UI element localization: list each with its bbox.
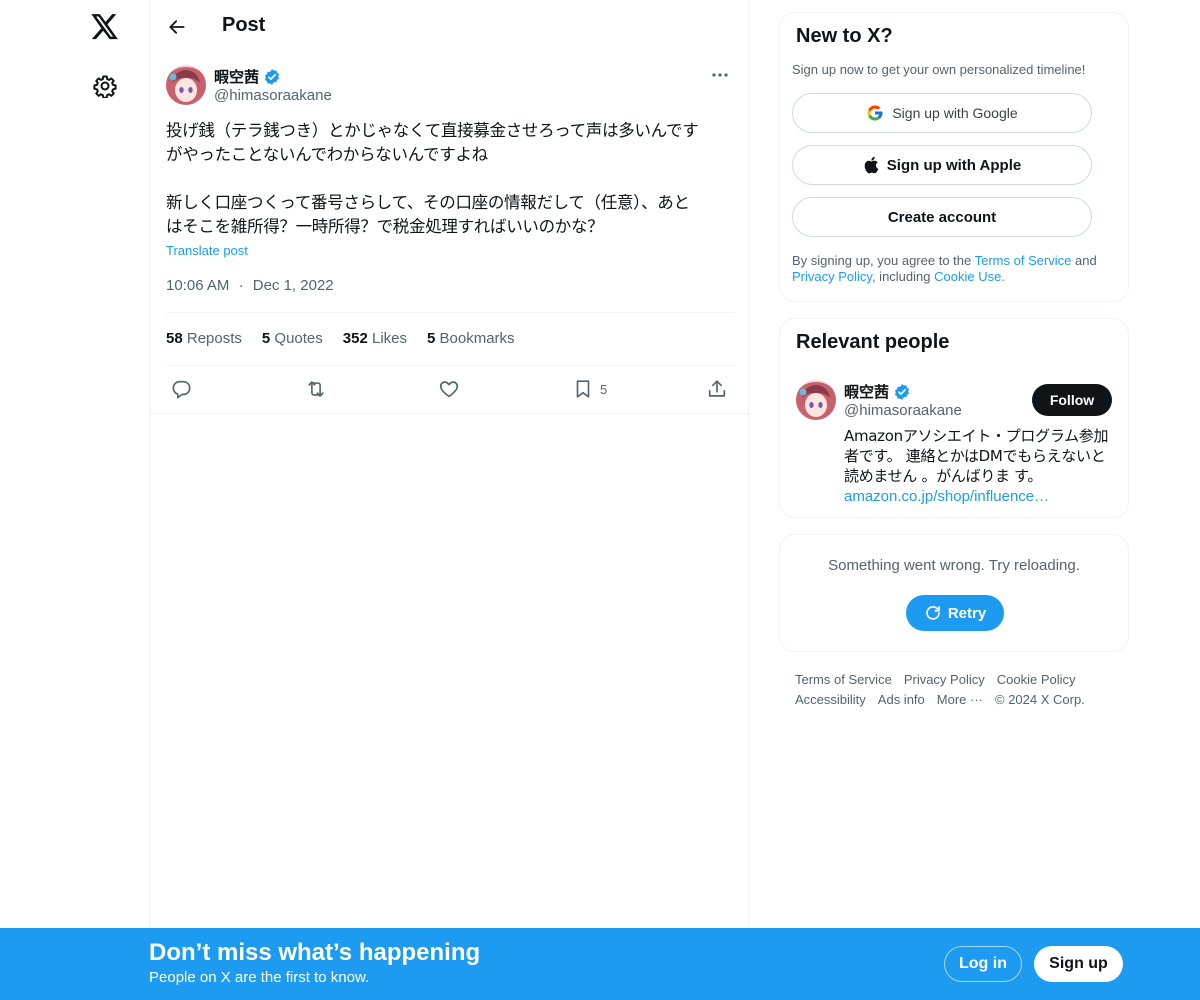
signup-apple-button[interactable]: Sign up with Apple	[792, 145, 1092, 185]
avatar[interactable]	[166, 65, 206, 105]
footer-privacy-link[interactable]: Privacy Policy	[904, 672, 985, 687]
post-text: 投げ銭（テラ銭つき）とかじゃなくて直接募金させろって声は多いんです がやったこと…	[166, 121, 699, 236]
login-button[interactable]: Log in	[944, 946, 1022, 982]
error-card: Something went wrong. Try reloading. Ret…	[779, 534, 1129, 652]
stat-label: Likes	[371, 330, 408, 347]
likes-stat[interactable]: 352 Likes	[343, 330, 407, 347]
heart-icon	[439, 381, 459, 398]
bookmark-icon	[576, 380, 590, 398]
signup-apple-label: Sign up with Apple	[886, 156, 1022, 174]
share-icon	[708, 380, 726, 397]
legal-prefix: By signing up, you agree to the	[792, 253, 975, 268]
gear-icon[interactable]	[89, 70, 121, 102]
person-bio-text: Amazonアソシエイト・プログラム参加者です。 連絡とかはDMでもらえないと読…	[844, 427, 1109, 485]
google-logo-icon	[867, 105, 883, 121]
footer-terms-link[interactable]: Terms of Service	[795, 672, 892, 687]
stat-label: Bookmarks	[439, 330, 515, 347]
x-logo-icon[interactable]	[87, 9, 123, 45]
author-name-text: 暇空茜	[214, 69, 260, 86]
post-time[interactable]: 10:06 AM	[166, 277, 229, 294]
author-handle[interactable]: @himasoraakane	[214, 87, 332, 104]
share-button[interactable]	[706, 376, 728, 402]
person-name-text: 暇空茜	[844, 384, 890, 401]
login-banner: Don’t miss what’s happening People on X …	[0, 928, 1200, 1000]
divider	[166, 312, 734, 313]
banner-title: Don’t miss what’s happening	[149, 939, 481, 966]
cookie-use-link[interactable]: Cookie Use.	[934, 269, 1005, 284]
create-account-label: Create account	[887, 208, 997, 226]
repost-button[interactable]	[304, 376, 328, 402]
verified-badge-icon	[894, 383, 910, 400]
signup-title: New to X?	[796, 25, 893, 47]
verified-badge-icon	[264, 68, 280, 85]
bookmark-count: 5	[600, 381, 608, 397]
signup-google-button[interactable]: Sign up with Google	[792, 93, 1092, 133]
retry-button[interactable]: Retry	[906, 595, 1004, 631]
bookmarks-stat[interactable]: 5 Bookmarks	[427, 330, 515, 347]
legal-and: and	[1071, 253, 1097, 268]
legal-including: , including	[871, 269, 935, 284]
reply-button[interactable]	[170, 376, 192, 402]
stat-value: 5	[427, 330, 436, 347]
stat-value: 58	[166, 330, 183, 347]
repost-icon	[308, 381, 324, 397]
footer-ads-info-link[interactable]: Ads info	[878, 692, 925, 707]
more-options-button[interactable]	[708, 65, 732, 85]
bio-link[interactable]: amazon.co.jp/shop/influence…	[844, 488, 1049, 505]
create-account-button[interactable]: Create account	[792, 197, 1092, 237]
stat-label: Quotes	[274, 330, 323, 347]
reposts-stat[interactable]: 58 Reposts	[166, 330, 242, 347]
divider	[166, 365, 734, 366]
post-actions: 5	[166, 376, 734, 402]
relevant-people-card: Relevant people 暇空茜 @himasoraakane Follo…	[779, 318, 1129, 518]
timestamp-separator: ·	[238, 277, 244, 294]
footer-copyright: © 2024 X Corp.	[995, 692, 1085, 707]
signup-legal-text: By signing up, you agree to the Terms of…	[792, 253, 1122, 285]
signup-button[interactable]: Sign up	[1034, 946, 1123, 982]
author-name[interactable]: 暇空茜	[214, 66, 281, 87]
refresh-icon	[926, 606, 940, 620]
back-button[interactable]	[162, 12, 192, 42]
post-stats: 58 Reposts 5 Quotes 352 Likes 5 Bookmark…	[166, 330, 515, 347]
left-nav	[0, 0, 150, 1000]
post-author: 暇空茜 @himasoraakane	[166, 65, 734, 109]
avatar[interactable]	[796, 380, 836, 420]
stat-value: 5	[261, 330, 271, 347]
page-title: Post	[222, 14, 266, 36]
stat-label: Reposts	[186, 330, 242, 347]
terms-link[interactable]: Terms of Service	[975, 253, 1072, 268]
reply-icon	[172, 380, 191, 399]
retry-label: Retry	[947, 604, 987, 622]
main-column: Post 暇空茜 @himasoraakane 投げ銭（テラ銭つき）とかじゃなく…	[149, 0, 750, 1000]
error-message: Something went wrong. Try reloading.	[828, 557, 1080, 574]
person-bio: Amazonアソシエイト・プログラム参加者です。 連絡とかはDMでもらえないと読…	[844, 426, 1114, 507]
post-timestamp: 10:06 AM · Dec 1, 2022	[166, 277, 334, 294]
like-button[interactable]	[438, 376, 460, 402]
person-handle[interactable]: @himasoraakane	[844, 402, 962, 419]
arrow-left-icon	[169, 20, 185, 34]
more-dots-icon	[712, 73, 728, 77]
signup-card: New to X? Sign up now to get your own pe…	[779, 12, 1129, 302]
stat-value: 352	[342, 330, 368, 347]
bookmark-button[interactable]: 5	[572, 376, 607, 402]
header: Post	[150, 0, 750, 53]
footer-links: Terms of Service Privacy Policy Cookie Pol…	[795, 670, 1125, 710]
footer-accessibility-link[interactable]: Accessibility	[795, 692, 866, 707]
translate-post-link[interactable]: Translate post	[166, 243, 248, 258]
person-name[interactable]: 暇空茜	[844, 381, 911, 402]
relevant-people-title: Relevant people	[796, 331, 950, 353]
post-date[interactable]: Dec 1, 2022	[253, 277, 334, 294]
footer-cookie-link[interactable]: Cookie Policy	[997, 672, 1076, 687]
privacy-link[interactable]: Privacy Policy	[792, 269, 872, 284]
signup-subtitle: Sign up now to get your own personalized…	[792, 62, 1086, 77]
quotes-stat[interactable]: 5 Quotes	[262, 330, 323, 347]
footer-more-link[interactable]: More ···	[937, 692, 983, 707]
follow-button[interactable]: Follow	[1032, 384, 1112, 416]
banner-subtitle: People on X are the first to know.	[149, 969, 370, 986]
divider	[150, 413, 750, 414]
apple-logo-icon	[864, 156, 879, 174]
signup-google-label: Sign up with Google	[892, 105, 1018, 121]
